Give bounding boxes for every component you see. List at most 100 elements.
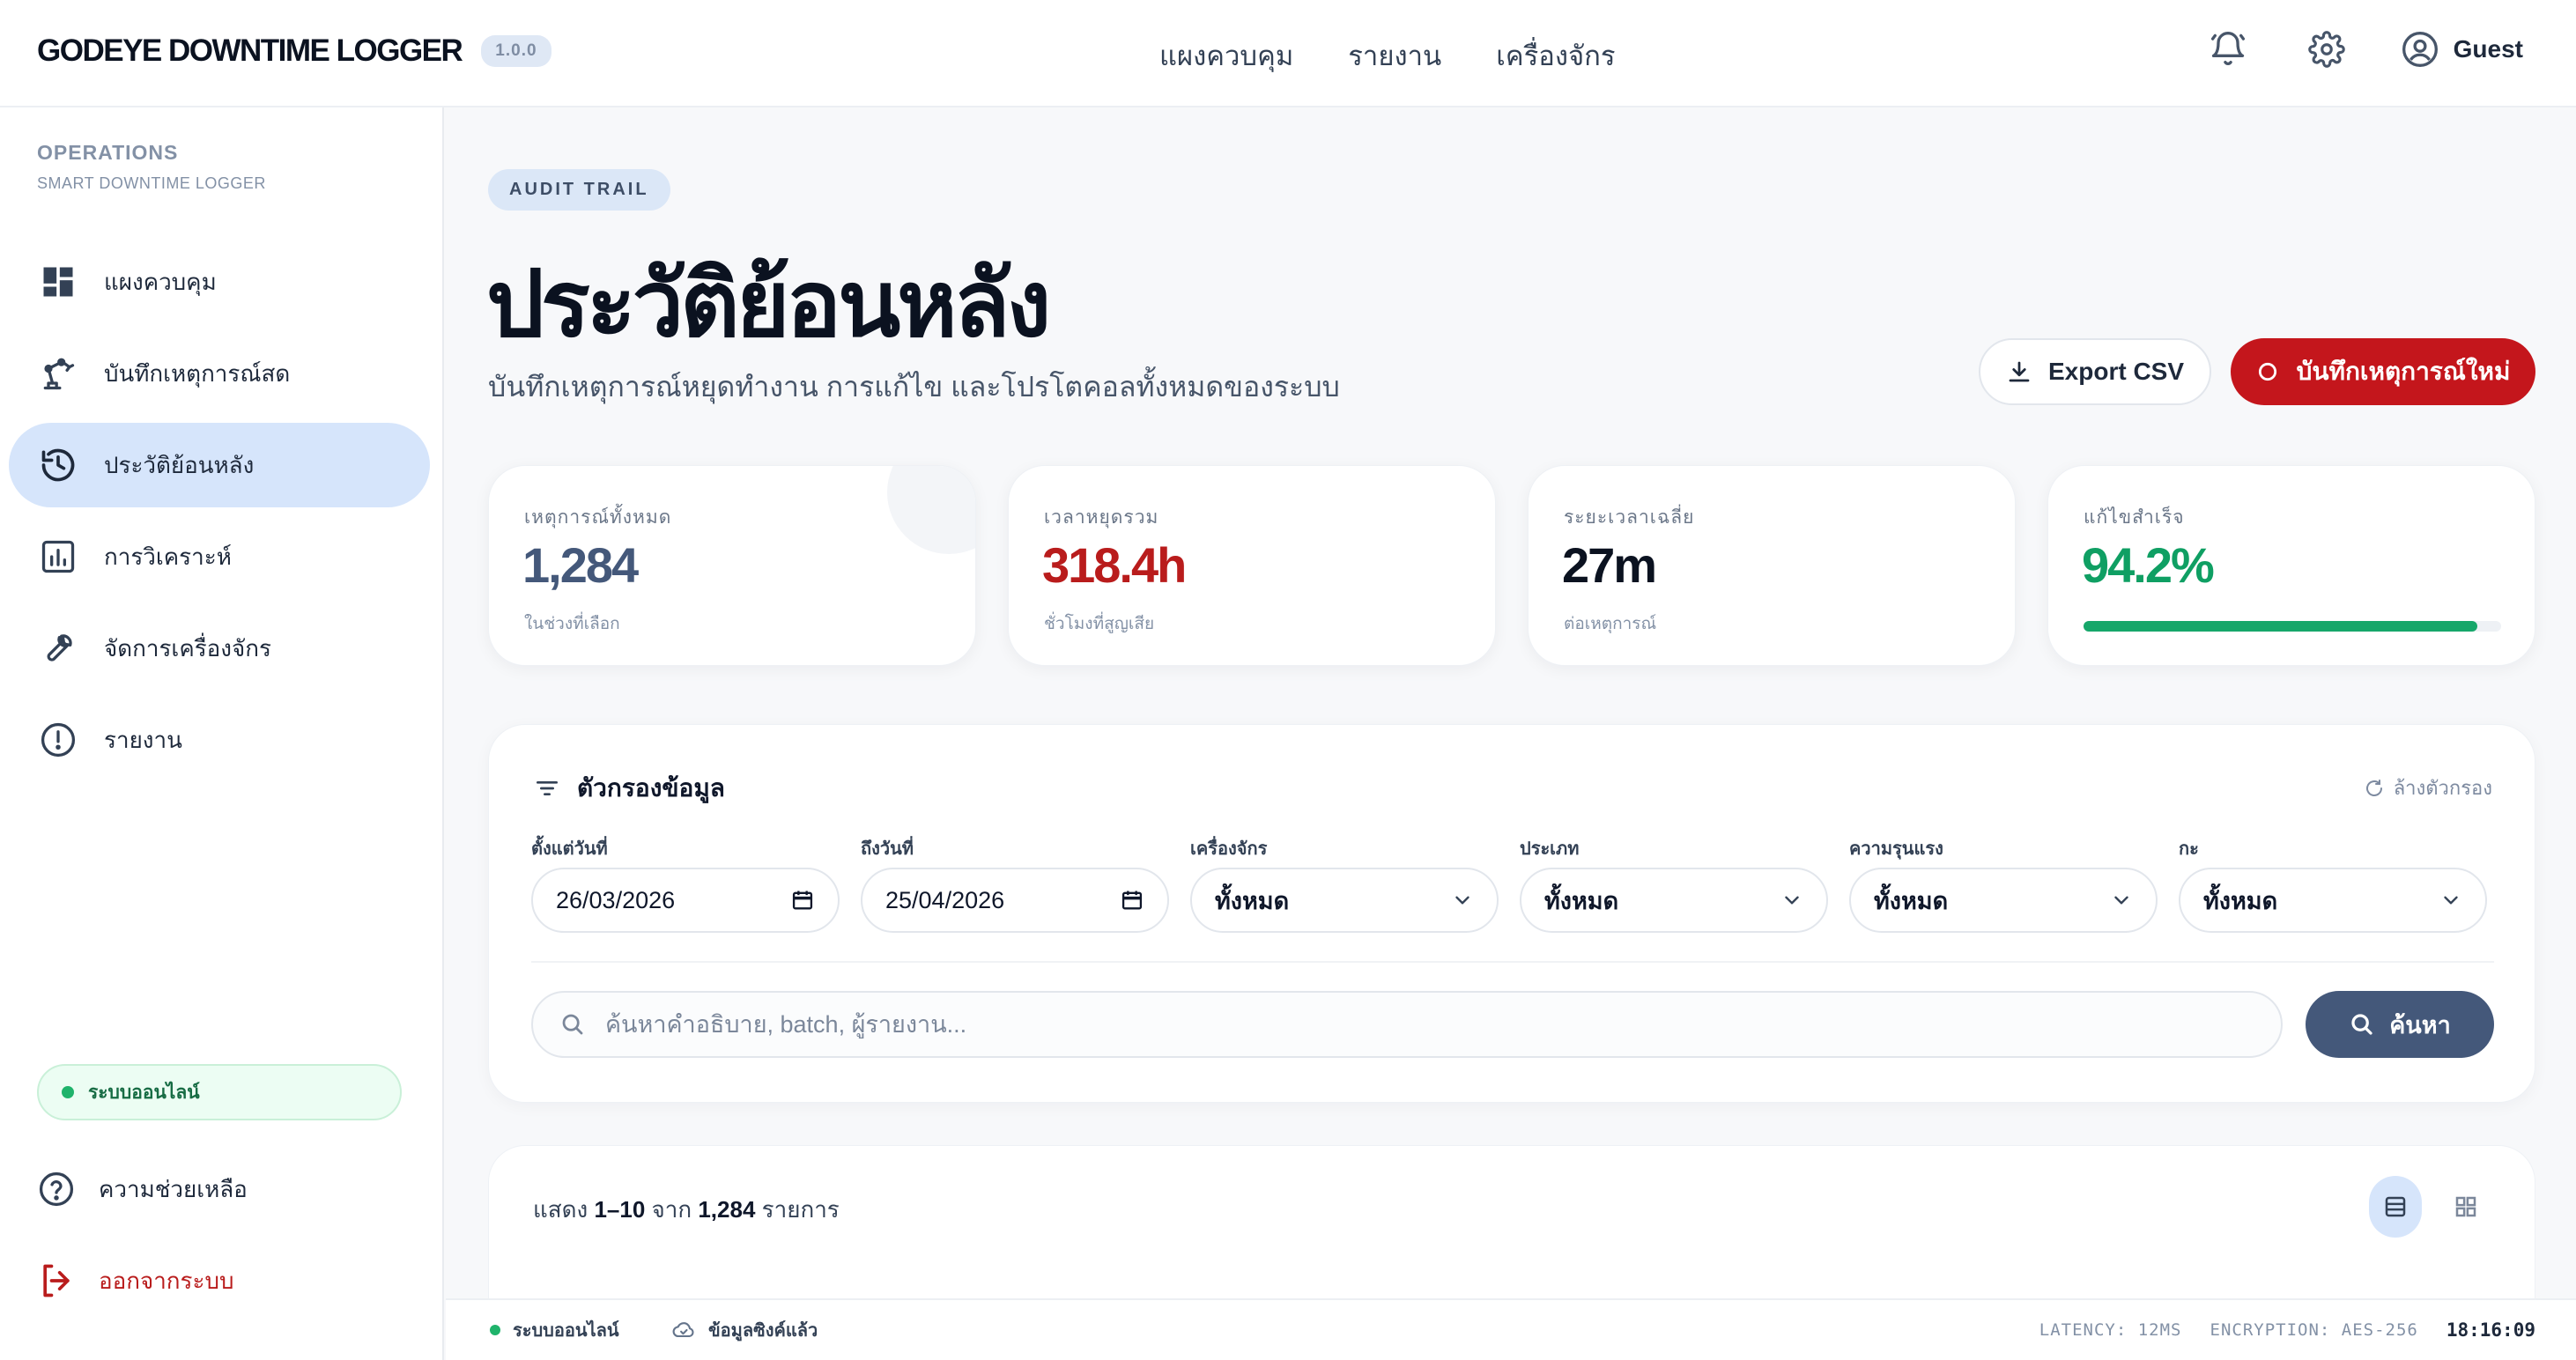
help-link[interactable]: ความช่วยเหลือ — [37, 1143, 248, 1235]
type-select-value: ทั้งหมด — [1544, 887, 1619, 914]
filter-card: ตัวกรองข้อมูล ล้างตัวกรอง ตั้งแต่วันที่ … — [488, 724, 2535, 1103]
stat-subtitle: ต่อเหตุการณ์ — [1564, 615, 1657, 633]
shift-select-value: ทั้งหมด — [2203, 887, 2278, 914]
status-bar: ระบบออนไลน์ ข้อมูลซิงค์แล้ว LATENCY: 12M… — [446, 1298, 2576, 1360]
top-actions: Guest — [2203, 25, 2523, 74]
stat-subtitle: ชั่วโมงที่สูญเสีย — [1044, 615, 1155, 633]
chevron-down-icon — [1455, 896, 1469, 905]
type-select[interactable]: ทั้งหมด — [1520, 868, 1828, 933]
topnav-machines[interactable]: เครื่องจักร — [1496, 33, 1615, 78]
app-title: GODEYE DOWNTIME LOGGER — [37, 33, 463, 68]
search-icon — [2351, 1014, 2372, 1035]
help-circle-icon — [39, 1172, 74, 1207]
analytics-icon — [41, 540, 75, 573]
logout-link[interactable]: ออกจากระบบ — [37, 1235, 248, 1327]
date-from-input[interactable]: 26/03/2026 — [531, 868, 840, 933]
filter-title: ตัวกรองข้อมูล — [577, 774, 725, 802]
grid-view-button[interactable] — [2439, 1176, 2492, 1238]
sidebar-item-machines[interactable]: จัดการเครื่องจักร — [9, 606, 430, 691]
list-view-icon — [2385, 1196, 2406, 1217]
calendar-icon — [1121, 891, 1143, 910]
user-circle-icon — [2402, 32, 2438, 67]
filter-label: เครื่องจักร — [1190, 839, 1268, 859]
sidebar-item-history[interactable]: ประวัติย้อนหลัง — [9, 423, 430, 507]
sidebar-item-live-log[interactable]: บันทึกเหตุการณ์สด — [9, 331, 430, 416]
filter-label: ประเภท — [1520, 839, 1580, 859]
stat-value: 1,284 — [522, 537, 639, 593]
search-icon — [562, 1014, 583, 1035]
resolved-progress-fill — [2084, 621, 2477, 632]
stat-value: 27m — [1562, 537, 1657, 593]
user-menu[interactable]: Guest — [2401, 30, 2523, 69]
results-suffix: รายการ — [761, 1196, 840, 1223]
clear-filters-label: ล้างตัวกรอง — [2393, 777, 2492, 799]
gear-icon[interactable] — [2302, 25, 2351, 74]
system-status-pill: ระบบออนไลน์ — [37, 1064, 402, 1120]
bell-icon[interactable] — [2203, 25, 2253, 74]
topnav-dashboard[interactable]: แผงควบคุม — [1159, 33, 1293, 78]
status-online: ระบบออนไลน์ — [490, 1316, 619, 1344]
list-view-button[interactable] — [2369, 1176, 2422, 1238]
cloud-check-icon — [672, 1322, 694, 1338]
filter-label: ถึงวันที่ — [861, 839, 914, 859]
filter-label: ตั้งแต่วันที่ — [531, 839, 608, 859]
dashboard-icon — [43, 267, 73, 297]
new-event-button[interactable]: บันทึกเหตุการณ์ใหม่ — [2231, 338, 2535, 405]
export-csv-label: Export CSV — [2047, 358, 2185, 385]
filter-label: กะ — [2179, 839, 2199, 859]
stat-card-total-events: เหตุการณ์ทั้งหมด 1,284 ในช่วงที่เลือก — [488, 465, 976, 666]
status-sync-text: ข้อมูลซิงค์แล้ว — [708, 1321, 818, 1341]
search-input[interactable] — [605, 1010, 2191, 1038]
latency-readout: LATENCY: 12MS — [2039, 1320, 2182, 1340]
results-range: 1–10 — [594, 1196, 646, 1223]
sidebar-item-label: การวิเคราะห์ — [104, 543, 232, 570]
stat-value: 318.4h — [1042, 537, 1187, 593]
calendar-icon — [792, 891, 813, 910]
sidebar-item-label: รายงาน — [104, 726, 182, 753]
shift-select[interactable]: ทั้งหมด — [2179, 868, 2487, 933]
export-csv-button[interactable]: Export CSV — [1979, 338, 2211, 405]
chevron-down-icon — [1785, 896, 1799, 905]
top-bar: GODEYE DOWNTIME LOGGER 1.0.0 แผงควบคุม ร… — [0, 0, 2576, 107]
sidebar-item-reports[interactable]: รายงาน — [9, 698, 430, 782]
grid-view-icon — [2455, 1196, 2476, 1217]
search-button[interactable]: ค้นหา — [2306, 991, 2494, 1058]
status-online-text: ระบบออนไลน์ — [513, 1321, 619, 1341]
brand[interactable]: GODEYE DOWNTIME LOGGER 1.0.0 — [37, 33, 551, 69]
sidebar-nav: แผงควบคุม บันทึกเหตุการณ์สด ประวัติย้อนห… — [9, 240, 430, 789]
filter-icon — [537, 781, 558, 795]
main-content: AUDIT TRAIL ประวัติย้อนหลัง บันทึกเหตุกา… — [446, 107, 2576, 1356]
clear-filters-button[interactable]: ล้างตัวกรอง — [2364, 772, 2492, 803]
sidebar-section-subtitle: SMART DOWNTIME LOGGER — [37, 174, 266, 192]
chevron-down-icon — [2444, 896, 2458, 905]
reset-icon — [2365, 779, 2382, 796]
results-prefix: แสดง — [533, 1196, 588, 1223]
stat-subtitle: ในช่วงที่เลือก — [524, 615, 620, 633]
sidebar-item-label: บันทึกเหตุการณ์สด — [104, 359, 291, 387]
results-count: แสดง 1–10 จาก 1,284 รายการ — [533, 1192, 840, 1228]
top-nav: แผงควบคุม รายงาน เครื่องจักร — [1159, 33, 1616, 78]
machine-select[interactable]: ทั้งหมด — [1190, 868, 1499, 933]
date-to-input[interactable]: 25/04/2026 — [861, 868, 1169, 933]
filter-type: ประเภท ทั้งหมด — [1520, 834, 1828, 933]
new-event-label: บันทึกเหตุการณ์ใหม่ — [2296, 358, 2511, 385]
online-dot-icon — [62, 1086, 74, 1098]
sidebar-item-analytics[interactable]: การวิเคราะห์ — [9, 514, 430, 599]
clock: 18:16:09 — [2446, 1319, 2535, 1341]
status-sync: ข้อมูลซิงค์แล้ว — [671, 1316, 818, 1344]
stat-title: เหตุการณ์ทั้งหมด — [524, 507, 672, 528]
stat-decoration — [887, 466, 975, 554]
page-title: ประวัติย้อนหลัง — [486, 254, 1051, 356]
topnav-reports[interactable]: รายงาน — [1348, 33, 1441, 78]
logout-icon — [43, 1264, 70, 1297]
download-icon — [2009, 361, 2030, 382]
view-toggle — [2369, 1176, 2492, 1238]
severity-select-value: ทั้งหมด — [1874, 887, 1949, 914]
sidebar-item-dashboard[interactable]: แผงควบคุม — [9, 240, 430, 324]
stat-card-total-downtime: เวลาหยุดรวม 318.4h ชั่วโมงที่สูญเสีย — [1008, 465, 1496, 666]
help-label: ความช่วยเหลือ — [99, 1175, 248, 1202]
severity-select[interactable]: ทั้งหมด — [1849, 868, 2158, 933]
robot-arm-icon — [43, 358, 75, 390]
results-total: 1,284 — [698, 1196, 756, 1223]
machine-select-value: ทั้งหมด — [1215, 887, 1290, 914]
